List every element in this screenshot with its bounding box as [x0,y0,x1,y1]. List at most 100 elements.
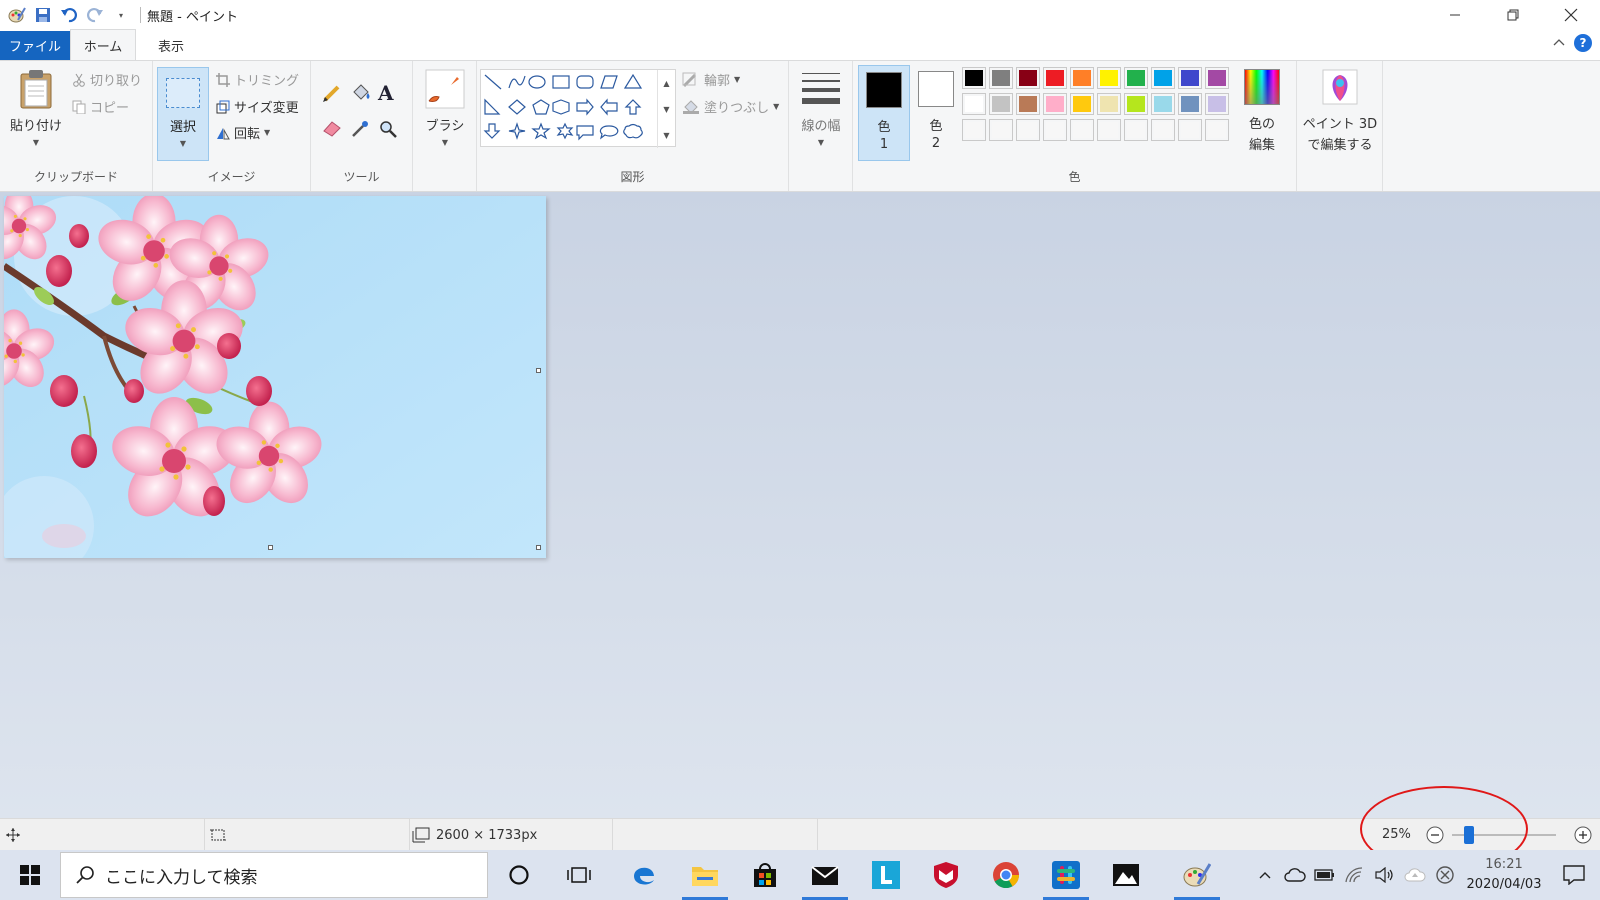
palette-swatch[interactable] [989,119,1013,141]
shapes-scroll-down-icon[interactable]: ▼ [663,105,669,114]
palette-swatch-color [1181,70,1199,86]
size-button[interactable]: 線の幅 ▼ [794,69,848,147]
palette-swatch[interactable] [1151,93,1175,115]
taskbar-slack[interactable] [1037,850,1095,900]
disconnected-tray-button[interactable] [1430,850,1460,900]
taskbar-photos[interactable] [1097,850,1155,900]
battery-tray-button[interactable] [1310,850,1340,900]
palette-swatch[interactable] [962,67,986,89]
canvas-resize-handle-corner[interactable] [536,545,541,550]
canvas-workspace[interactable] [0,192,1600,818]
palette-swatch[interactable] [1043,67,1067,89]
onedrive-tray-button[interactable] [1280,850,1310,900]
customize-qat-button[interactable]: ▾ [108,2,134,28]
taskbar-store[interactable] [736,850,794,900]
zoom-in-button[interactable] [1574,826,1592,848]
show-hidden-icons-button[interactable] [1250,850,1280,900]
palette-swatch[interactable] [1016,119,1040,141]
paint-app-icon[interactable] [4,2,30,28]
copy-button[interactable]: コピー [72,97,129,116]
select-button[interactable]: 選択 ▼ [157,67,209,161]
minimize-button[interactable] [1426,0,1484,30]
cloud-upload-tray-button[interactable] [1400,850,1430,900]
canvas-resize-handle-bottom[interactable] [268,545,273,550]
palette-swatch[interactable] [1043,93,1067,115]
palette-swatch[interactable] [989,93,1013,115]
pencil-tool[interactable] [322,83,342,103]
palette-swatch[interactable] [1151,67,1175,89]
save-icon[interactable] [30,2,56,28]
tab-home[interactable]: ホーム [70,29,136,60]
shapes-expand-icon[interactable]: ▼ [663,131,669,140]
brushes-button[interactable]: ブラシ ▼ [419,69,471,147]
collapse-ribbon-icon[interactable] [1552,36,1566,51]
palette-swatch[interactable] [1097,93,1121,115]
fill-tool[interactable] [350,83,372,103]
palette-swatch[interactable] [962,119,986,141]
tab-file[interactable]: ファイル [0,31,70,60]
restore-button[interactable] [1484,0,1542,30]
taskbar-chrome[interactable] [977,850,1035,900]
taskbar-mcafee[interactable] [917,850,975,900]
edit-with-paint3d-button[interactable]: ペイント 3D で編集する [1300,69,1380,153]
canvas-image[interactable] [4,196,546,558]
shapes-scrollbar[interactable]: ▲ ▼ ▼ [657,70,675,148]
taskbar-file-explorer[interactable] [676,850,734,900]
text-tool[interactable]: A [378,81,394,105]
palette-swatch[interactable] [1097,67,1121,89]
palette-swatch[interactable] [1070,119,1094,141]
cortana-button[interactable] [490,850,548,900]
palette-swatch-color [992,122,1010,138]
rotate-button[interactable]: 回転 ▼ [216,123,270,142]
task-view-button[interactable] [550,850,608,900]
palette-swatch[interactable] [1151,119,1175,141]
palette-swatch[interactable] [1070,67,1094,89]
palette-swatch[interactable] [1178,93,1202,115]
help-icon[interactable]: ? [1574,34,1592,52]
palette-swatch[interactable] [1016,67,1040,89]
palette-swatch[interactable] [1097,119,1121,141]
fill-button[interactable]: 塗りつぶし ▼ [682,97,779,116]
eraser-tool[interactable] [322,119,342,137]
palette-swatch[interactable] [1205,67,1229,89]
palette-swatch[interactable] [1043,119,1067,141]
color-picker-tool[interactable] [350,119,370,139]
resize-button[interactable]: サイズ変更 [216,97,299,116]
canvas-resize-handle-right[interactable] [536,368,541,373]
undo-icon[interactable] [56,2,82,28]
action-center-button[interactable] [1548,850,1600,900]
palette-swatch[interactable] [962,93,986,115]
redo-icon[interactable] [82,2,108,28]
start-button[interactable] [0,850,60,900]
folder-icon [692,867,718,886]
close-button[interactable] [1542,0,1600,30]
palette-swatch[interactable] [1178,67,1202,89]
palette-swatch[interactable] [1070,93,1094,115]
taskbar-mail[interactable] [796,850,854,900]
palette-swatch[interactable] [1124,119,1148,141]
palette-swatch[interactable] [1124,67,1148,89]
palette-swatch[interactable] [1205,93,1229,115]
taskbar-clock[interactable]: 16:21 2020/04/03 [1460,855,1548,895]
taskbar-search-box[interactable]: ここに入力して検索 [60,852,488,898]
color2-button[interactable]: 色 2 [910,65,962,161]
tab-view[interactable]: 表示 [136,31,206,60]
palette-swatch[interactable] [989,67,1013,89]
palette-swatch[interactable] [1016,93,1040,115]
taskbar-app-l[interactable] [857,850,915,900]
wifi-tray-button[interactable] [1340,850,1370,900]
palette-swatch[interactable] [1205,119,1229,141]
outline-button[interactable]: 輪郭 ▼ [682,70,740,89]
magnifier-tool[interactable] [378,119,398,139]
edit-colors-button[interactable]: 色の 編集 [1236,69,1288,165]
volume-tray-button[interactable] [1370,850,1400,900]
taskbar-edge[interactable] [615,850,673,900]
cut-button[interactable]: 切り取り [72,70,142,89]
taskbar-paint[interactable] [1168,850,1226,900]
palette-swatch[interactable] [1178,119,1202,141]
palette-swatch[interactable] [1124,93,1148,115]
shapes-scroll-up-icon[interactable]: ▲ [663,79,669,88]
color1-button[interactable]: 色 1 [858,65,910,161]
paste-button[interactable]: 貼り付け ▼ [8,69,64,147]
crop-button[interactable]: トリミング [216,70,299,89]
